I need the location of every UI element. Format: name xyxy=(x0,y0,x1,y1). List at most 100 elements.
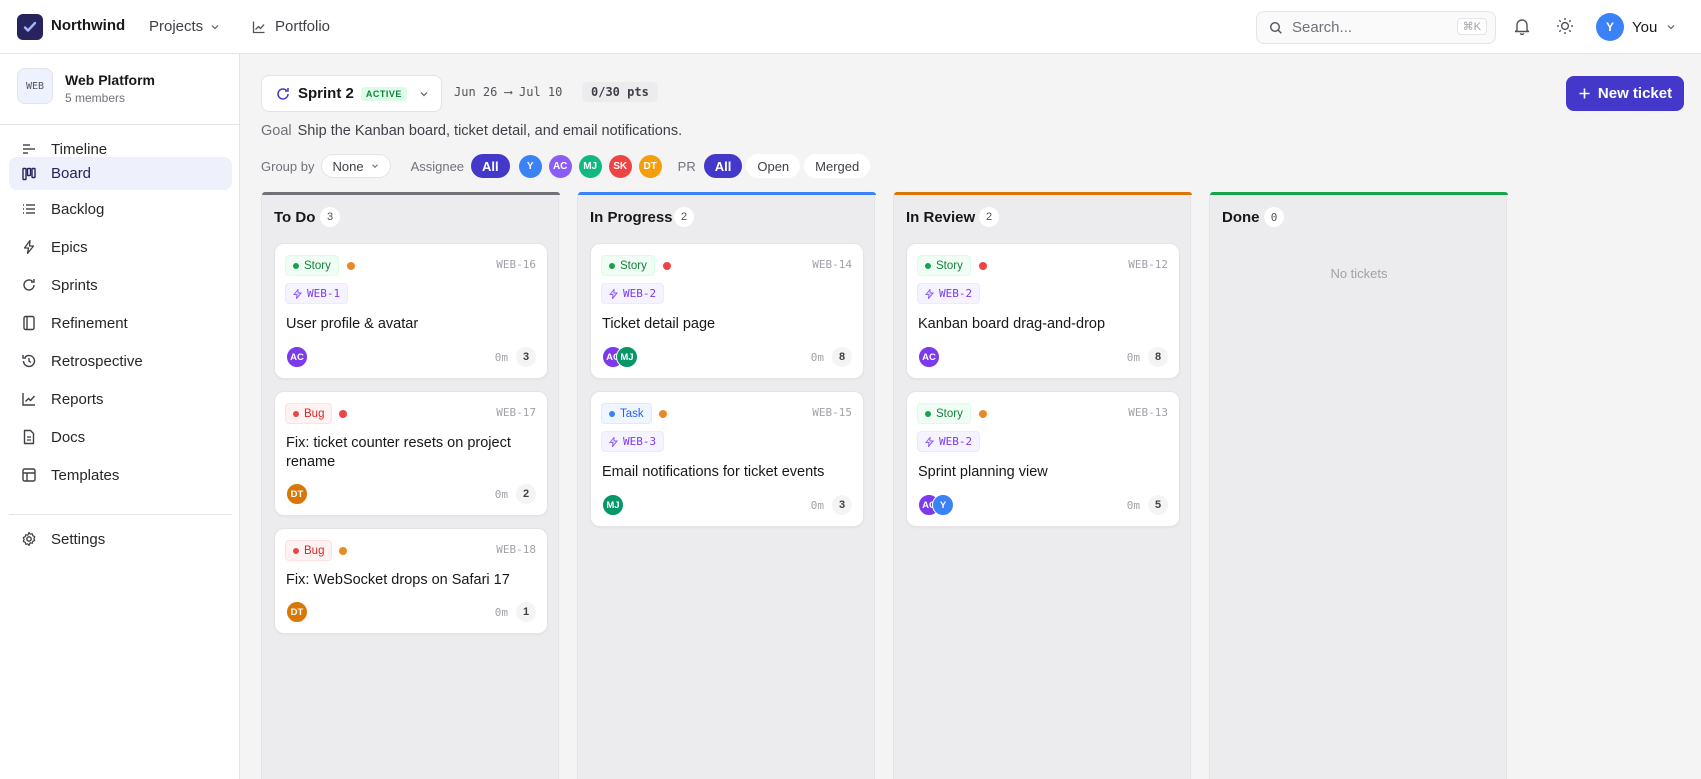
sidebar-item-epics[interactable]: Epics xyxy=(9,229,232,265)
board-column-todo: To Do 3 Story WEB-16 WEB-1 User profile … xyxy=(261,192,560,779)
cycle-icon xyxy=(21,277,37,293)
sidebar-item-refinement[interactable]: Refinement xyxy=(9,305,232,341)
ticket-key: WEB-18 xyxy=(496,543,536,556)
book-icon xyxy=(21,315,37,331)
ticket-card[interactable]: Story WEB-13 WEB-2 Sprint planning view … xyxy=(906,391,1180,527)
avatar: MJ xyxy=(602,494,624,516)
sidebar-item-label: Timeline xyxy=(51,140,108,158)
top-bar: Northwind Projects Portfolio Search... ⌘… xyxy=(0,0,1701,54)
ticket-footer: AC MJ 0m 8 xyxy=(602,346,852,368)
portfolio-label: Portfolio xyxy=(275,18,331,35)
new-ticket-label: New ticket xyxy=(1597,85,1673,102)
timeline-icon xyxy=(21,141,37,157)
project-badge[interactable]: WEB xyxy=(17,68,53,104)
type-tag-bug: Bug xyxy=(285,403,333,424)
sidebar-divider xyxy=(9,514,232,515)
list-icon xyxy=(21,201,37,217)
sidebar-item-docs[interactable]: Docs xyxy=(9,419,232,455)
projects-menu[interactable]: Projects xyxy=(149,18,221,35)
board-column-done: Done 0 No tickets xyxy=(1209,192,1508,779)
project-name[interactable]: Web Platform xyxy=(65,72,155,88)
ticket-footer: MJ 0m 3 xyxy=(602,494,852,516)
chevron-down-icon xyxy=(420,91,428,96)
lightning-icon xyxy=(925,436,934,447)
assignee-filter-avatar[interactable]: Y xyxy=(518,154,542,178)
search-input[interactable]: Search... ⌘K xyxy=(1256,11,1496,44)
time-logged: 0m xyxy=(1126,499,1140,512)
avatar: DT xyxy=(286,483,308,505)
priority-indicator xyxy=(339,547,347,555)
epic-tag[interactable]: WEB-3 xyxy=(601,431,665,452)
time-logged: 0m xyxy=(810,499,824,512)
sidebar-item-reports[interactable]: Reports xyxy=(9,381,232,417)
priority-indicator xyxy=(979,410,987,418)
assignee-filter-avatar[interactable]: AC xyxy=(548,154,572,178)
status-badge: ACTIVE xyxy=(360,86,407,101)
chevron-down-icon xyxy=(371,164,378,169)
priority-indicator xyxy=(979,262,987,270)
empty-column-message: No tickets xyxy=(1330,266,1388,281)
column-accent xyxy=(1210,192,1508,195)
sprint-selector[interactable]: Sprint 2 ACTIVE xyxy=(261,75,442,112)
ticket-title: Fix: WebSocket drops on Safari 17 xyxy=(286,572,510,588)
epic-tag[interactable]: WEB-2 xyxy=(917,431,981,452)
sidebar-item-board[interactable]: Board xyxy=(9,157,232,190)
projects-label: Projects xyxy=(149,18,204,35)
epic-tag[interactable]: WEB-1 xyxy=(285,283,349,304)
ticket-key: WEB-17 xyxy=(496,406,536,419)
search-shortcut: ⌘K xyxy=(1456,18,1487,35)
ticket-card[interactable]: Bug WEB-17 Fix: ticket counter resets on… xyxy=(274,391,548,516)
sidebar-item-label: Epics xyxy=(51,238,88,256)
sidebar-divider xyxy=(0,124,240,125)
goal-label: Goal xyxy=(261,123,292,139)
user-menu[interactable]: Y You xyxy=(1596,13,1677,41)
type-tag-story: Story xyxy=(285,255,339,276)
epic-tag[interactable]: WEB-2 xyxy=(601,283,665,304)
chart-line-icon xyxy=(21,391,37,407)
column-count: 3 xyxy=(320,207,340,227)
sidebar-item-settings[interactable]: Settings xyxy=(9,521,232,557)
ticket-key: WEB-12 xyxy=(1128,258,1168,271)
sidebar-item-sprints[interactable]: Sprints xyxy=(9,267,232,303)
avatar: Y xyxy=(932,494,954,516)
sidebar-item-backlog[interactable]: Backlog xyxy=(9,191,232,227)
avatar: Y xyxy=(1596,13,1624,41)
assignee-filter-avatar[interactable]: MJ xyxy=(578,154,602,178)
pr-filter-merged[interactable]: Merged xyxy=(804,154,871,178)
pr-filter-open[interactable]: Open xyxy=(746,154,801,178)
sidebar-item-templates[interactable]: Templates xyxy=(9,457,232,493)
new-ticket-button[interactable]: New ticket xyxy=(1566,76,1684,111)
group-by-select[interactable]: None xyxy=(321,154,391,178)
notifications-button[interactable] xyxy=(1512,16,1532,39)
sidebar-item-retrospective[interactable]: Retrospective xyxy=(9,343,232,379)
assignee-filter-avatar[interactable]: SK xyxy=(608,154,632,178)
board-column-in-review: In Review 2 Story WEB-12 WEB-2 Kanban bo… xyxy=(893,192,1192,779)
priority-indicator xyxy=(347,262,355,270)
ticket-key: WEB-13 xyxy=(1128,406,1168,419)
assignee-filter-avatar[interactable]: DT xyxy=(638,154,662,178)
epic-tag[interactable]: WEB-2 xyxy=(917,283,981,304)
template-icon xyxy=(21,467,37,483)
app-logo[interactable] xyxy=(17,14,43,40)
bell-icon xyxy=(1514,19,1530,36)
portfolio-link[interactable]: Portfolio xyxy=(252,18,330,35)
ticket-footer: AC 0m 8 xyxy=(918,346,1168,368)
ticket-card[interactable]: Story WEB-12 WEB-2 Kanban board drag-and… xyxy=(906,243,1180,379)
type-tag-task: Task xyxy=(601,403,652,424)
ticket-card[interactable]: Task WEB-15 WEB-3 Email notifications fo… xyxy=(590,391,864,527)
avatar: MJ xyxy=(616,346,638,368)
assignee-all-pill[interactable]: All xyxy=(471,154,510,178)
ticket-card[interactable]: Bug WEB-18 Fix: WebSocket drops on Safar… xyxy=(274,528,548,634)
sidebar-item-label: Templates xyxy=(51,466,120,484)
pr-filter-all[interactable]: All xyxy=(703,154,743,178)
theme-toggle[interactable] xyxy=(1555,16,1575,39)
ticket-card[interactable]: Story WEB-16 WEB-1 User profile & avatar… xyxy=(274,243,548,379)
ticket-card[interactable]: Story WEB-14 WEB-2 Ticket detail page AC… xyxy=(590,243,864,379)
search-placeholder: Search... xyxy=(1292,19,1353,36)
group-by-label: Group by xyxy=(261,158,315,174)
sidebar-item-label: Retrospective xyxy=(51,352,143,370)
sun-icon xyxy=(1557,18,1573,34)
time-logged: 0m xyxy=(810,351,824,364)
avatar: DT xyxy=(286,601,308,623)
priority-indicator xyxy=(339,410,347,418)
